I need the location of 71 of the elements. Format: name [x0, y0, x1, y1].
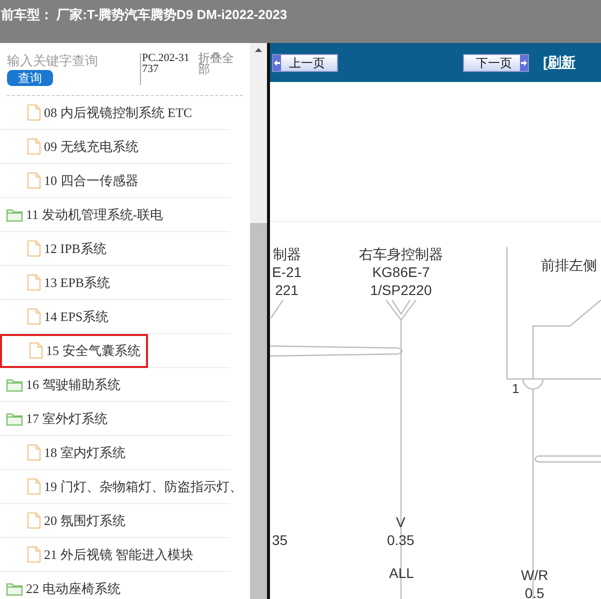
- tree-item-label: 19 门灯、杂物箱灯、防盗指示灯、: [44, 478, 242, 496]
- tree-item-label: 18 室内灯系统: [44, 444, 126, 462]
- tree-item[interactable]: 15 安全气囊系统: [0, 334, 148, 368]
- tree-item[interactable]: 08 内后视镜控制系统 ETC: [0, 96, 192, 130]
- tree-item-label: 14 EPS系统: [44, 308, 109, 326]
- scrollbar-thumb[interactable]: [250, 223, 267, 599]
- folder-icon: [6, 208, 23, 222]
- tree-item-label: 22 电动座椅系统: [26, 580, 120, 598]
- wire-label: W/R: [521, 566, 548, 584]
- tree-item[interactable]: 14 EPS系统: [0, 300, 109, 334]
- tree-item[interactable]: 11 发动机管理系统-联电: [0, 198, 164, 232]
- document-icon: [27, 274, 41, 291]
- tree-item-label: 11 发动机管理系统-联电: [26, 206, 164, 224]
- tree-item[interactable]: 12 IPB系统: [0, 232, 106, 266]
- tree-item[interactable]: 13 EPB系统: [0, 266, 110, 300]
- document-code: PC.202-31737: [140, 53, 192, 85]
- refresh-link[interactable]: [刷新: [543, 52, 576, 73]
- document-icon: [27, 240, 41, 257]
- wire-label: 0.35: [387, 531, 414, 549]
- tree-item[interactable]: 09 无线充电系统: [0, 130, 138, 164]
- tree-item[interactable]: 19 门灯、杂物箱灯、防盗指示灯、: [0, 470, 242, 504]
- tree-item-label: 16 驾驶辅助系统: [26, 376, 120, 394]
- document-icon: [27, 172, 41, 189]
- document-icon: [27, 478, 41, 495]
- tree-item-label: 08 内后视镜控制系统 ETC: [44, 104, 192, 122]
- tree-item-label: 09 无线充电系统: [44, 138, 138, 156]
- wire-label: ALL: [389, 564, 414, 582]
- tree-item[interactable]: 16 驾驶辅助系统: [0, 368, 120, 402]
- window-title: 前车型： 厂家:T-腾势汽车腾势D9 DM-i2022-2023: [1, 7, 288, 22]
- connector-label: KG86E-7: [372, 263, 430, 281]
- document-icon: [27, 138, 41, 155]
- search-field[interactable]: 输入关键字查询: [7, 53, 132, 69]
- tree-item-label: 21 外后视镜 智能进入模块: [44, 546, 194, 564]
- document-icon: [27, 308, 41, 325]
- tree-item[interactable]: 20 氛围灯系统: [0, 504, 126, 538]
- document-icon: [27, 444, 41, 461]
- wire-label: 35: [272, 531, 288, 549]
- module-title: 前排左侧: [541, 256, 597, 275]
- tree-item-label: 13 EPB系统: [44, 274, 110, 292]
- connector-label: 右车身控制器: [359, 245, 443, 263]
- connector-label: 221: [275, 281, 298, 299]
- next-page-button[interactable]: 下一页: [463, 54, 529, 72]
- wire-label: V: [396, 513, 406, 531]
- tree-item-label: 12 IPB系统: [44, 240, 106, 258]
- tree-item[interactable]: 22 电动座椅系统: [0, 572, 120, 599]
- tree-item-label: 17 室外灯系统: [26, 410, 108, 428]
- folder-icon: [6, 582, 23, 596]
- left-arrow-icon: [274, 60, 280, 66]
- collapse-all-button[interactable]: 折叠全部: [198, 53, 238, 75]
- wire-label: 0.5: [524, 584, 544, 599]
- pin-number: 1: [512, 380, 520, 398]
- folder-icon: [6, 378, 23, 392]
- connector-label: E-21: [272, 263, 302, 281]
- connector-label: 1/SP2220: [370, 281, 432, 299]
- tree-item[interactable]: 18 室内灯系统: [0, 436, 126, 470]
- tree-item[interactable]: 17 室外灯系统: [0, 402, 108, 436]
- tree-item[interactable]: 21 外后视镜 智能进入模块: [0, 538, 194, 572]
- document-icon: [27, 546, 41, 563]
- tree-item-label: 15 安全气囊系统: [46, 342, 140, 360]
- search-button[interactable]: 查询: [7, 70, 53, 86]
- tree-item-label: 10 四合一传感器: [44, 172, 138, 190]
- previous-page-button[interactable]: 上一页: [272, 54, 338, 72]
- tree-item[interactable]: 10 四合一传感器: [0, 164, 138, 198]
- tree-item-label: 20 氛围灯系统: [44, 512, 126, 530]
- document-icon: [29, 342, 43, 359]
- scrollbar[interactable]: [250, 43, 267, 599]
- right-arrow-icon: [521, 60, 527, 66]
- document-icon: [27, 104, 41, 121]
- folder-icon: [6, 412, 23, 426]
- document-icon: [27, 512, 41, 529]
- connector-label: 制器: [272, 245, 301, 263]
